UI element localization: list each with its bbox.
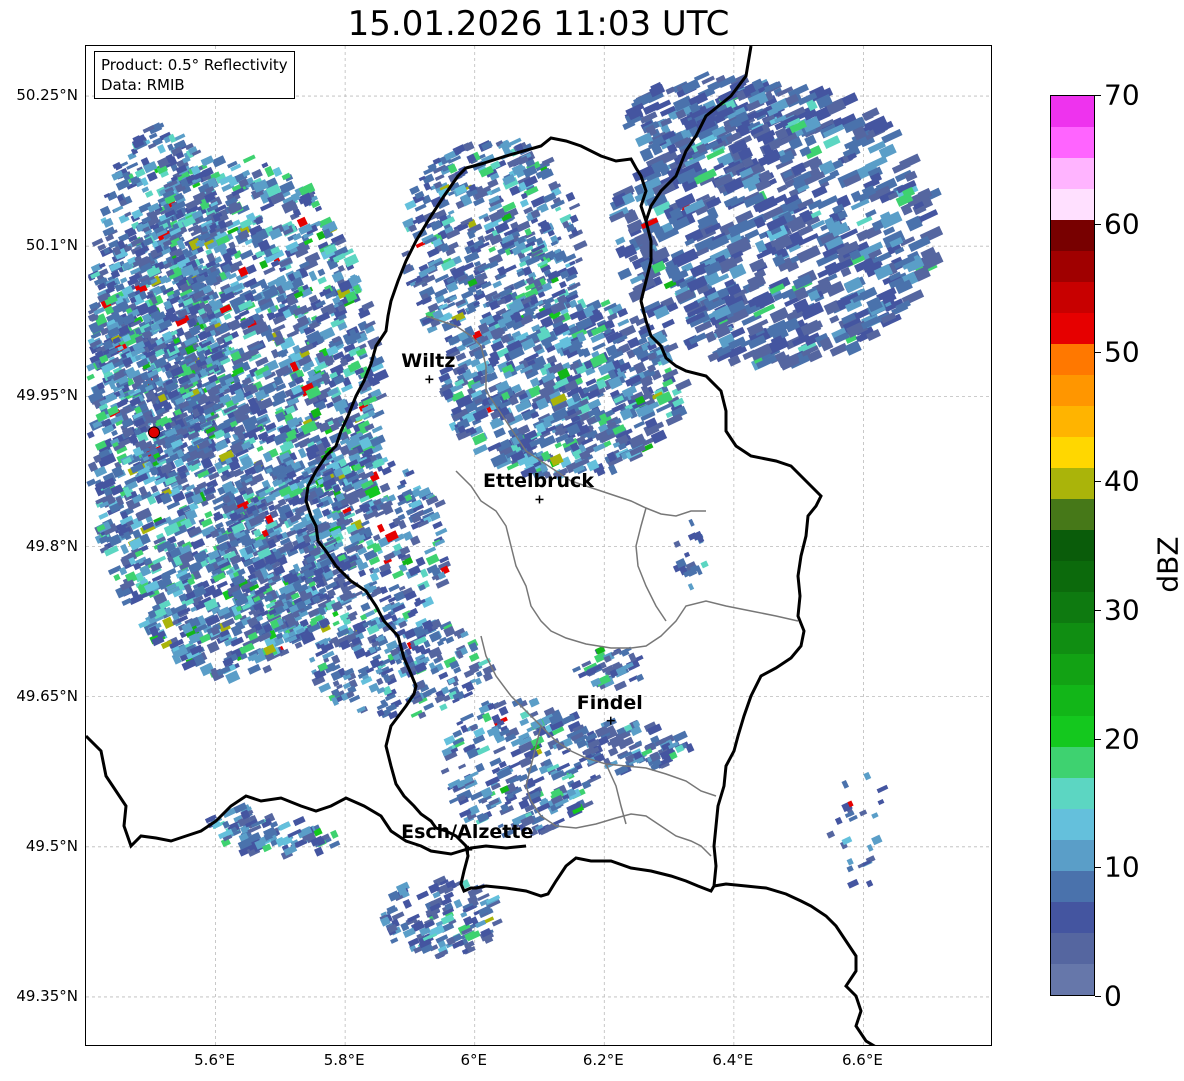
- colorbar-tick-label: 0: [1104, 979, 1122, 1013]
- colorbar-segment: [1051, 406, 1094, 437]
- colorbar-tickmark: [1095, 95, 1101, 96]
- colorbar-tickmark: [1095, 481, 1101, 483]
- colorbar-tick-label: 50: [1104, 335, 1140, 369]
- colorbar-tickmark: [1095, 223, 1101, 225]
- internal-border: [455, 470, 799, 649]
- colorbar-segment: [1051, 809, 1094, 840]
- lon-label: 6.2°E: [582, 1051, 624, 1069]
- colorbar-segment: [1051, 747, 1094, 778]
- colorbar-segment: [1051, 158, 1094, 189]
- colorbar-segment: [1051, 964, 1094, 995]
- southeast-border: [713, 882, 876, 1045]
- colorbar-label: dBZ: [1151, 536, 1184, 593]
- lon-label: 5.8°E: [323, 1051, 365, 1069]
- colorbar-segment: [1051, 592, 1094, 623]
- colorbar-segment: [1051, 375, 1094, 406]
- colorbar-segment: [1051, 623, 1094, 654]
- radar-map[interactable]: [85, 45, 992, 1046]
- lat-label: 49.95°N: [16, 386, 78, 405]
- colorbar-segment: [1051, 96, 1094, 127]
- colorbar-segment: [1051, 933, 1094, 964]
- info-box: Product: 0.5° Reflectivity Data: RMIB: [94, 51, 295, 99]
- colorbar-segment: [1051, 437, 1094, 468]
- colorbar-tick-label: 70: [1104, 78, 1140, 112]
- lat-label: 49.8°N: [25, 536, 78, 555]
- colorbar-tickmark: [1095, 867, 1101, 869]
- city-label: Wiltz: [401, 350, 456, 373]
- internal-border: [635, 507, 667, 622]
- lat-label: 49.5°N: [25, 836, 78, 855]
- colorbar-tick-label: 40: [1104, 464, 1140, 498]
- colorbar-segment: [1051, 778, 1094, 809]
- colorbar-segment: [1051, 685, 1094, 716]
- colorbar-segment: [1051, 189, 1094, 220]
- lon-label: 6°E: [460, 1051, 487, 1069]
- colorbar-segment: [1051, 127, 1094, 158]
- colorbar-segment: [1051, 499, 1094, 530]
- colorbar-segment: [1051, 282, 1094, 313]
- lon-label: 6.6°E: [842, 1051, 883, 1069]
- city-label: Esch/Alzette: [401, 820, 534, 843]
- lon-label: 5.6°E: [194, 1051, 235, 1069]
- radar-site-marker: [148, 426, 161, 439]
- lat-label: 50.25°N: [16, 86, 78, 105]
- colorbar-segment: [1051, 654, 1094, 685]
- colorbar-segment: [1051, 251, 1094, 282]
- colorbar-tickmark: [1095, 352, 1101, 354]
- colorbar-segment: [1051, 902, 1094, 933]
- map-title: 15.01.2026 11:03 UTC: [347, 4, 730, 44]
- lat-label: 49.35°N: [16, 986, 78, 1005]
- city-label: Ettelbruck: [483, 470, 594, 493]
- colorbar-segment: [1051, 344, 1094, 375]
- colorbar-segment: [1051, 220, 1094, 251]
- city-marker: [535, 495, 544, 504]
- colorbar: [1050, 95, 1095, 996]
- lat-label: 50.1°N: [25, 236, 78, 255]
- map-canvas: [86, 46, 991, 1045]
- colorbar-segment: [1051, 468, 1094, 499]
- colorbar-segment: [1051, 716, 1094, 747]
- colorbar-segment: [1051, 871, 1094, 902]
- colorbar-segment: [1051, 840, 1094, 871]
- colorbar-tick-label: 30: [1104, 593, 1140, 627]
- lat-label: 49.65°N: [16, 686, 78, 705]
- colorbar-tick-label: 10: [1104, 850, 1140, 884]
- colorbar-tick-label: 60: [1104, 207, 1140, 241]
- city-marker: [425, 375, 434, 384]
- colorbar-tickmark: [1095, 996, 1101, 997]
- colorbar-tickmark: [1095, 738, 1101, 740]
- lon-label: 6.4°E: [712, 1051, 754, 1069]
- colorbar-tick-label: 20: [1104, 722, 1140, 756]
- product-text: Product: 0.5° Reflectivity: [101, 56, 288, 74]
- colorbar-segment: [1051, 561, 1094, 592]
- colorbar-tickmark: [1095, 609, 1101, 611]
- data-source-text: Data: RMIB: [101, 76, 185, 94]
- colorbar-segment: [1051, 530, 1094, 561]
- city-label: Findel: [576, 691, 643, 714]
- colorbar-segment: [1051, 313, 1094, 344]
